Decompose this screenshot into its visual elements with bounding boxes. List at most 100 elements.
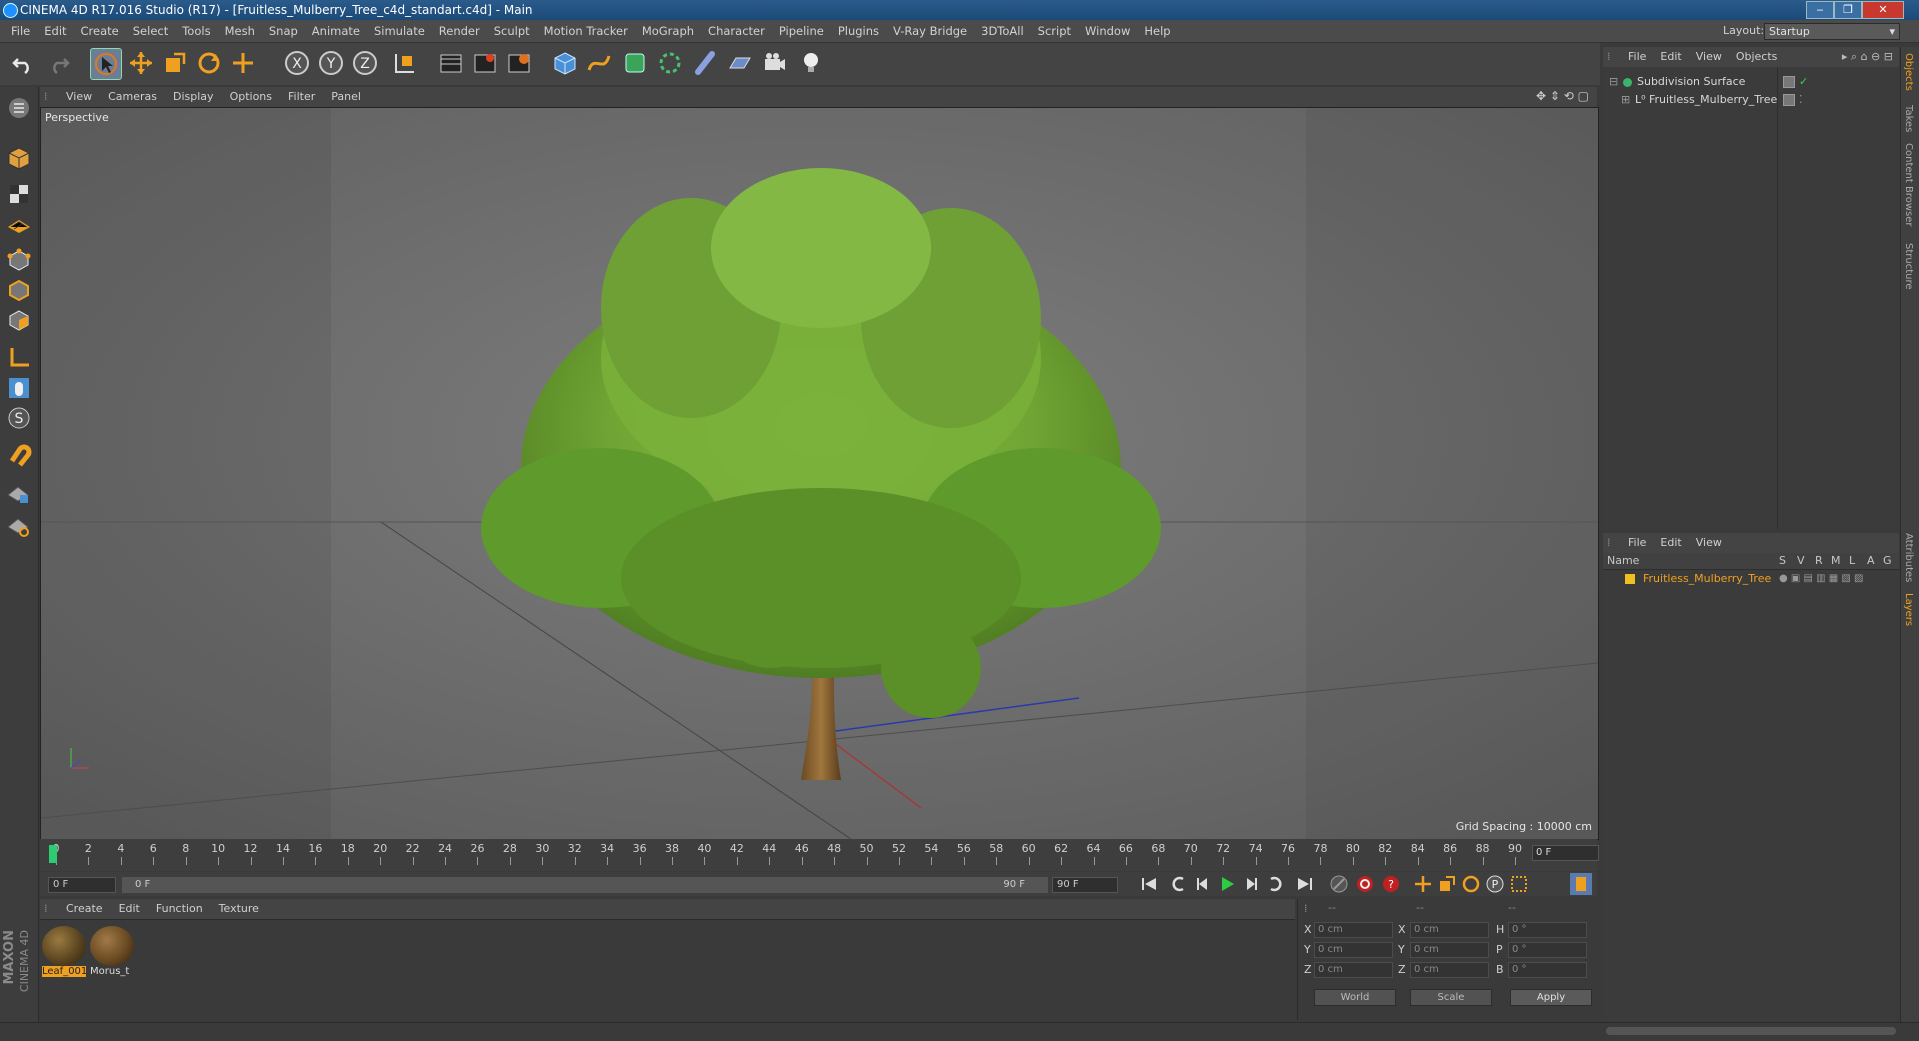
layers-menu-file[interactable]: File [1621,533,1653,553]
expand-icon[interactable]: ⊞ [1621,91,1630,109]
key-position-icon[interactable] [1412,873,1434,895]
menu-edit[interactable]: Edit [37,20,73,42]
menu-plugins[interactable]: Plugins [831,20,886,42]
position-x-field[interactable]: 0 cm [1314,922,1393,938]
y-axis-icon[interactable]: Y [316,48,346,78]
objects-menu-view[interactable]: View [1689,47,1729,67]
array-icon[interactable] [655,48,685,78]
menu-character[interactable]: Character [701,20,772,42]
record-keys-icon[interactable] [1354,873,1376,895]
tab-content-browser[interactable]: Content Browser [1903,143,1914,226]
viewport-menu-panel[interactable]: Panel [323,87,369,107]
floor-icon[interactable] [725,48,755,78]
tab-objects[interactable]: Objects [1903,53,1914,91]
layer-color-swatch[interactable] [1625,574,1635,584]
start-frame-field[interactable]: 0 F [48,877,116,893]
material-menu-create[interactable]: Create [58,899,111,919]
rotation-b-field[interactable]: 0 ° [1508,962,1587,978]
minimize-button[interactable]: ‒ [1806,1,1834,19]
perspective-viewport[interactable]: Perspective Grid Spacing : 10000 cm [40,107,1599,840]
model-mode-icon[interactable] [4,143,34,173]
live-select-icon[interactable] [228,48,258,78]
viewport-navigation-icons[interactable]: ✥ ⇕ ⟲ ▢ [1536,89,1589,103]
end-frame-field[interactable]: 90 F [1052,877,1118,893]
objects-menu-edit[interactable]: Edit [1653,47,1688,67]
cube-icon[interactable] [550,48,580,78]
deformer-icon[interactable] [690,48,720,78]
play-forward-icon[interactable] [1216,873,1238,895]
rotation-h-field[interactable]: 0 ° [1508,922,1587,938]
object-row-subdivision[interactable]: ⊟ Subdivision Surface ✓ [1603,73,1899,91]
menu-window[interactable]: Window [1078,20,1137,42]
undo-icon[interactable] [8,48,38,78]
material-menu-edit[interactable]: Edit [111,899,148,919]
tab-takes[interactable]: Takes [1903,105,1914,132]
snap-icon[interactable]: S [4,403,34,433]
edges-mode-icon[interactable] [4,275,34,305]
menu-motion-tracker[interactable]: Motion Tracker [537,20,635,42]
menu-3dtoall[interactable]: 3DToAll [974,20,1031,42]
scale-icon[interactable] [160,48,190,78]
apply-button[interactable]: Apply [1510,989,1592,1006]
redo-icon[interactable] [44,48,74,78]
previous-frame-icon[interactable] [1192,873,1214,895]
record-off-icon[interactable] [1328,873,1350,895]
render-picture-viewer-icon[interactable] [470,48,500,78]
horizontal-scrollbar[interactable] [1606,1027,1896,1035]
object-manager-tool-icons[interactable]: ▸ ⌕ ⌂ ⊖ ⊟ [1842,50,1893,64]
coordinate-system-icon[interactable] [390,48,420,78]
object-row-tree[interactable]: ⊞ L⁰ Fruitless_Mulberry_Tree ⁚ [1603,91,1899,109]
viewport-menu-display[interactable]: Display [165,87,222,107]
previous-key-icon[interactable] [1168,873,1190,895]
x-axis-icon[interactable]: X [282,48,312,78]
collapse-icon[interactable]: ⊟ [1609,73,1618,91]
key-parameter-icon[interactable]: P [1484,873,1506,895]
next-key-icon[interactable] [1264,873,1286,895]
pen-spline-icon[interactable] [584,48,614,78]
menu-snap[interactable]: Snap [262,20,305,42]
objects-menu-file[interactable]: File [1621,47,1653,67]
key-scale-icon[interactable] [1436,873,1458,895]
menu-vray-bridge[interactable]: V-Ray Bridge [886,20,974,42]
texture-mode-icon[interactable] [4,179,34,209]
tab-attributes[interactable]: Attributes [1903,533,1914,582]
layer-toggle-icons[interactable]: ● ▣ ▤ ▥ ▦ ▧ ▨ [1779,570,1864,588]
locked-workplane-icon[interactable] [4,479,34,509]
make-editable-icon[interactable] [4,93,34,123]
position-y-field[interactable]: 0 cm [1314,942,1393,958]
material-leaf-001[interactable]: Leaf_001 [42,926,86,977]
workplane-icon[interactable] [4,209,34,239]
render-view-icon[interactable] [436,48,466,78]
close-button[interactable]: ✕ [1862,1,1904,19]
tweak-icon[interactable] [4,373,34,403]
size-x-field[interactable]: 0 cm [1410,922,1489,938]
next-frame-icon[interactable] [1240,873,1262,895]
playhead-marker[interactable] [49,845,57,863]
size-z-field[interactable]: 0 cm [1410,962,1489,978]
key-rotation-icon[interactable] [1460,873,1482,895]
go-to-end-icon[interactable] [1294,873,1316,895]
layer-swatch-icon[interactable] [1783,76,1795,88]
tab-structure[interactable]: Structure [1903,243,1914,290]
axis-mode-icon[interactable] [4,343,34,373]
rotation-p-field[interactable]: 0 ° [1508,942,1587,958]
viewport-menu-cameras[interactable]: Cameras [100,87,165,107]
layers-menu-edit[interactable]: Edit [1653,533,1688,553]
select-arrow-icon[interactable] [90,48,122,80]
menu-pipeline[interactable]: Pipeline [772,20,831,42]
camera-icon[interactable] [760,48,790,78]
visibility-dots-icon[interactable]: ⁚ [1799,91,1803,109]
objects-menu-objects[interactable]: Objects [1729,47,1785,67]
menu-render[interactable]: Render [432,20,487,42]
world-dropdown[interactable]: World [1314,989,1396,1006]
layer-row[interactable]: Fruitless_Mulberry_Tree ● ▣ ▤ ▥ ▦ ▧ ▨ [1603,570,1899,588]
menu-animate[interactable]: Animate [305,20,367,42]
menu-create[interactable]: Create [74,20,126,42]
range-slider[interactable]: 0 F 90 F [122,877,1048,893]
maximize-button[interactable]: ❐ [1834,1,1862,19]
tab-layers[interactable]: Layers [1903,593,1914,626]
key-pla-icon[interactable] [1508,873,1530,895]
size-y-field[interactable]: 0 cm [1410,942,1489,958]
polygons-mode-icon[interactable] [4,305,34,335]
menu-mograph[interactable]: MoGraph [635,20,701,42]
